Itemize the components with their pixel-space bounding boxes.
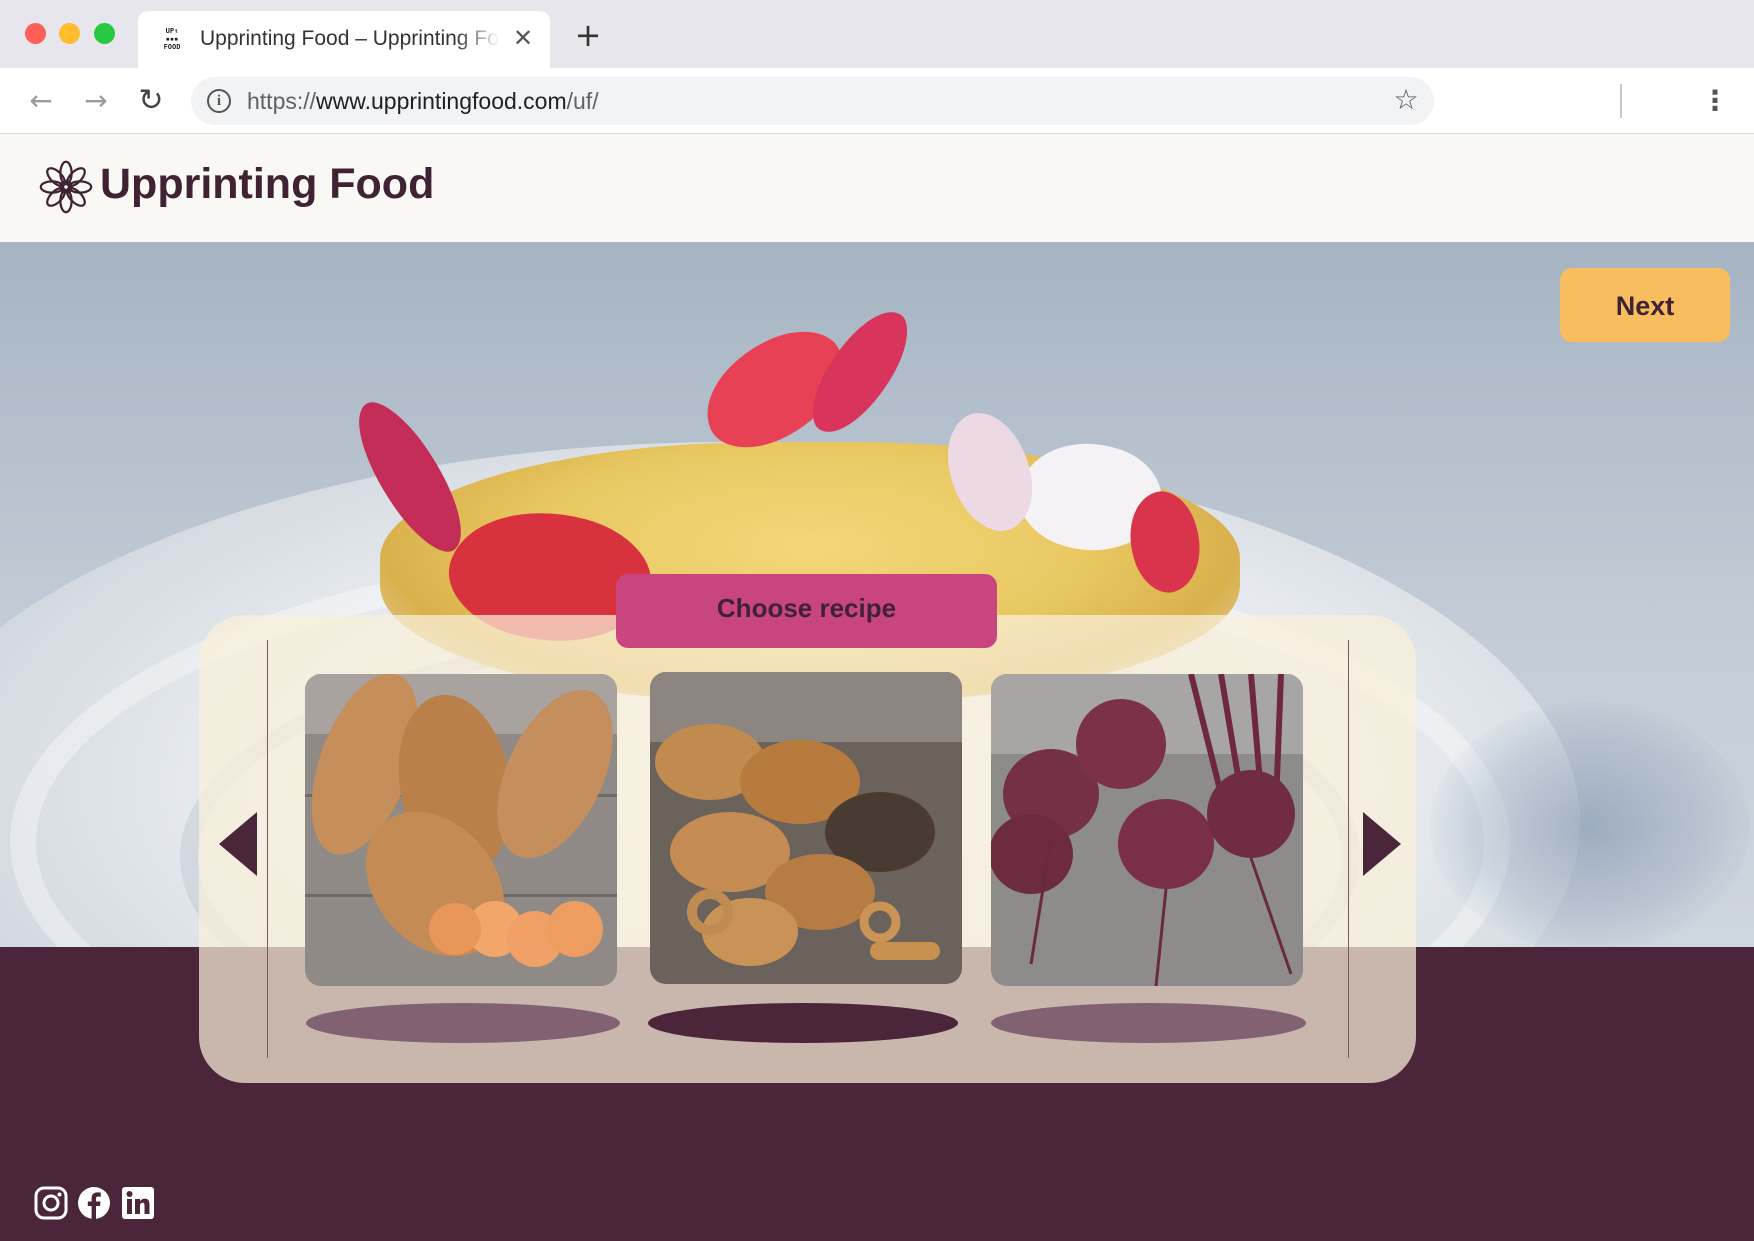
next-button[interactable]: Next xyxy=(1560,268,1730,342)
select-recipe-2-button[interactable] xyxy=(648,1003,958,1043)
recipe-card-bread[interactable] xyxy=(650,672,962,984)
choose-recipe-title: Choose recipe xyxy=(616,574,997,648)
flower-logo-icon[interactable] xyxy=(38,159,94,215)
leaf-shadow xyxy=(1430,702,1750,947)
recipe-card-sweet-potatoes[interactable] xyxy=(305,674,617,986)
previous-arrow-icon[interactable] xyxy=(219,812,259,876)
address-bar[interactable]: i https://www.upprintingfood.com/uf/ ☆ xyxy=(191,77,1434,125)
url-scheme: https:// xyxy=(247,88,317,114)
next-arrow-icon[interactable] xyxy=(1361,812,1401,876)
forward-arrow-icon[interactable]: → xyxy=(80,85,112,117)
sweet-potatoes-image xyxy=(305,674,617,986)
close-window-button[interactable] xyxy=(25,23,46,44)
linkedin-icon[interactable] xyxy=(121,1186,155,1220)
browser-toolbar: ← → ↻ i https://www.upprintingfood.com/u… xyxy=(0,68,1754,134)
url-path: /uf/ xyxy=(566,88,599,114)
panel-divider-right xyxy=(1348,640,1349,1058)
bread-rolls-image xyxy=(650,672,962,984)
beetroots-image xyxy=(991,674,1303,986)
panel-divider-left xyxy=(267,640,268,1058)
brand-name[interactable]: Upprinting Food xyxy=(100,160,434,209)
url-host: www.upprintingfood.com xyxy=(316,88,567,114)
select-recipe-3-button[interactable] xyxy=(991,1003,1306,1043)
browser-menu-icon[interactable]: ⋮ xyxy=(1700,84,1730,118)
minimize-window-button[interactable] xyxy=(59,23,80,44)
close-tab-icon[interactable]: ✕ xyxy=(510,25,536,51)
site-info-icon[interactable]: i xyxy=(207,89,231,113)
back-arrow-icon[interactable]: ← xyxy=(25,85,57,117)
select-recipe-1-button[interactable] xyxy=(306,1003,620,1043)
tab-title: Upprinting Food – Upprinting Food xyxy=(200,27,500,50)
maximize-window-button[interactable] xyxy=(94,23,115,44)
reload-icon[interactable]: ↻ xyxy=(135,85,167,117)
toolbar-divider xyxy=(1620,84,1622,118)
favicon-icon: UP↑ ▪▪▪ FOOD xyxy=(163,27,181,51)
browser-tab-bar: UP↑ ▪▪▪ FOOD Upprinting Food – Upprinting … xyxy=(0,0,1754,68)
facebook-icon[interactable] xyxy=(77,1186,111,1220)
site-header: Upprinting Food xyxy=(0,134,1754,242)
bookmark-star-icon[interactable]: ☆ xyxy=(1391,85,1421,115)
url-text[interactable]: https://www.upprintingfood.com/uf/ xyxy=(247,88,599,115)
browser-tab[interactable]: UP↑ ▪▪▪ FOOD Upprinting Food – Upprinting … xyxy=(138,11,550,68)
new-tab-button[interactable]: + xyxy=(572,19,604,52)
recipe-card-beetroots[interactable] xyxy=(991,674,1303,986)
instagram-icon[interactable] xyxy=(34,1186,68,1220)
